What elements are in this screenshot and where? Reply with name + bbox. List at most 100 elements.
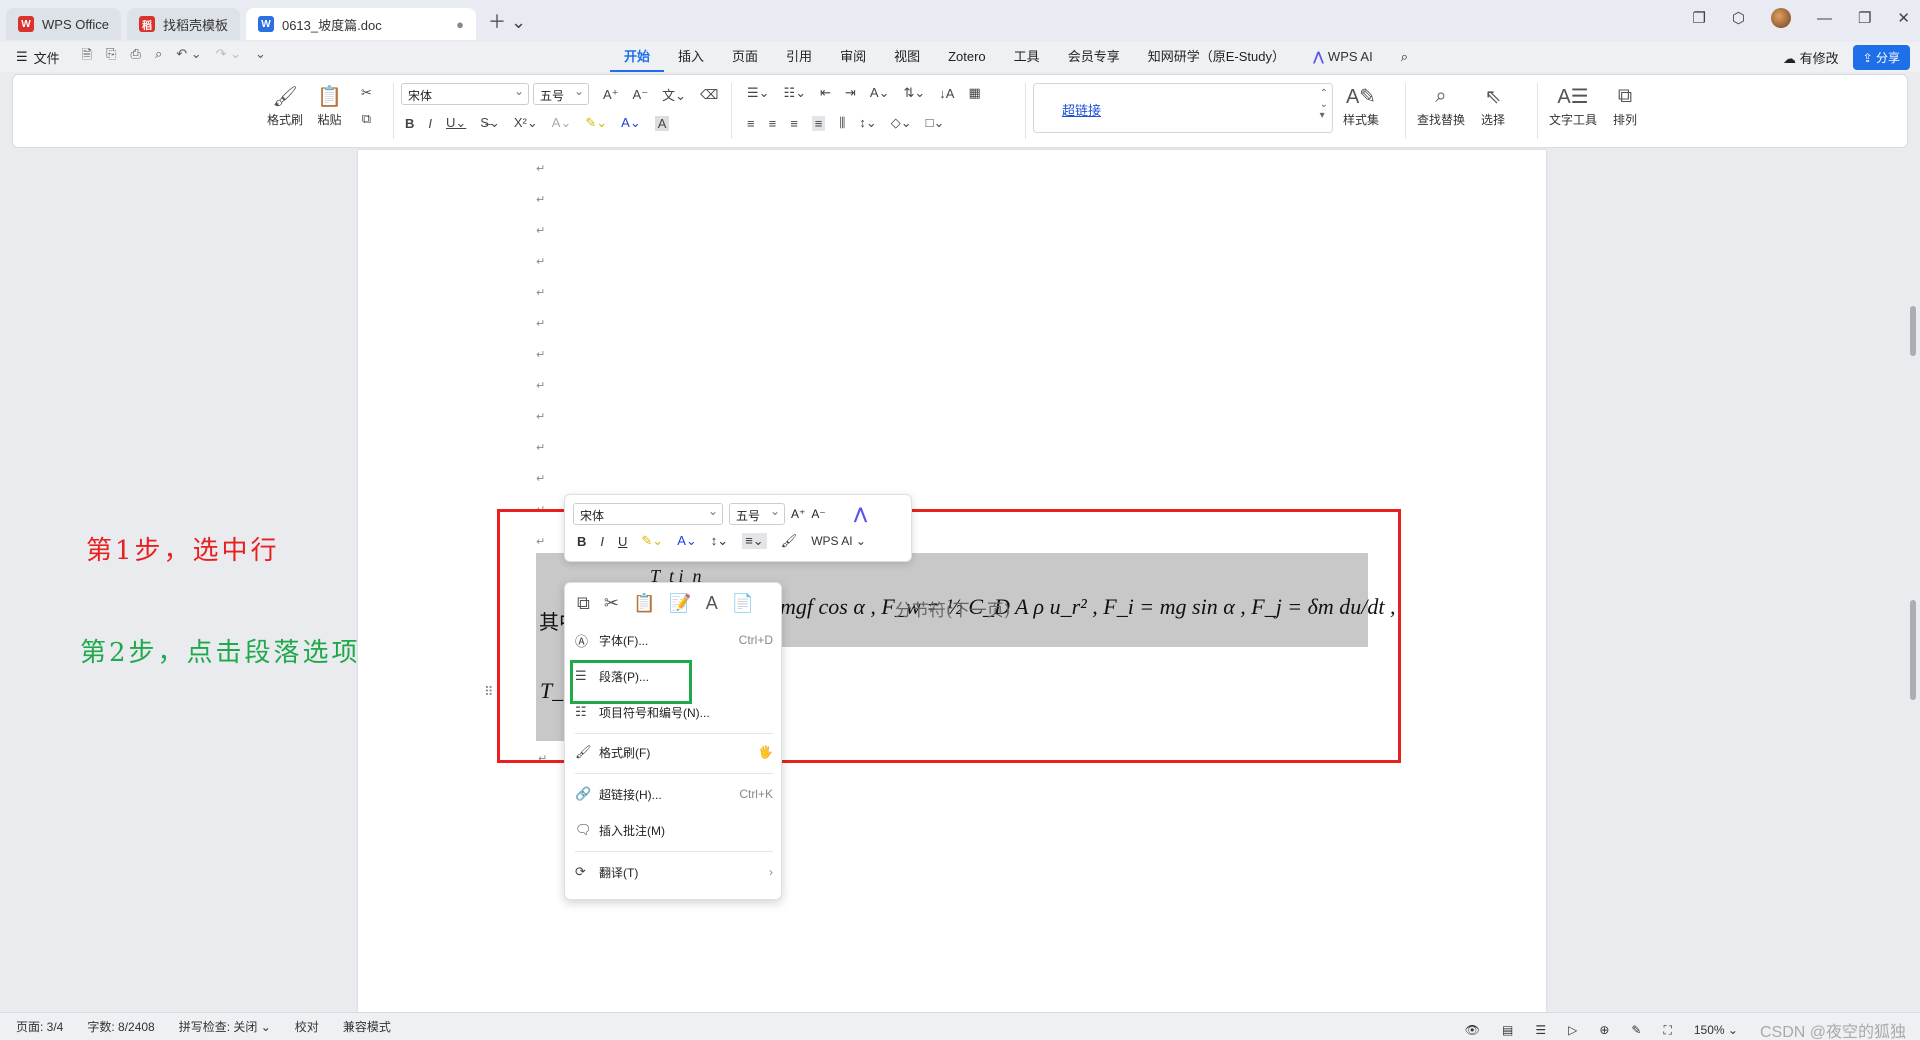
copy-icon[interactable]: ⧉ bbox=[577, 593, 590, 614]
gallery-scroll-icon[interactable]: ⌃ ⌄ ▾ bbox=[1320, 88, 1328, 121]
tab-wps-office[interactable]: W WPS Office bbox=[6, 8, 121, 40]
zoom-level[interactable]: 150% ⌄ bbox=[1694, 1023, 1738, 1037]
play-icon[interactable]: ▷ bbox=[1568, 1023, 1577, 1037]
mini-align-icon[interactable]: ≡⌄ bbox=[742, 533, 767, 549]
line-spacing-icon[interactable]: ↕⌄ bbox=[859, 115, 876, 131]
mini-shrink-font-icon[interactable]: A⁻ bbox=[811, 507, 825, 521]
share-button[interactable]: ⇪ 分享 bbox=[1852, 45, 1910, 70]
print-icon[interactable]: ⎙ bbox=[131, 46, 141, 68]
more-icon[interactable]: ⌄ bbox=[255, 46, 266, 68]
menu-item-format-painter[interactable]: 🖌 格式刷(F) 🖐 bbox=[575, 737, 773, 767]
menu-insert[interactable]: 插入 bbox=[664, 42, 718, 72]
format-painter-lock-icon[interactable]: 🖐 bbox=[758, 745, 773, 759]
increase-indent-icon[interactable]: ⇥ bbox=[845, 85, 856, 101]
mini-bold-icon[interactable]: B bbox=[577, 534, 586, 549]
menu-page[interactable]: 页面 bbox=[718, 42, 772, 72]
mini-underline-icon[interactable]: U bbox=[618, 534, 627, 549]
menu-item-translate[interactable]: ⟳ 翻译(T) › bbox=[575, 857, 773, 887]
page-indicator[interactable]: 页面: 3/4 bbox=[16, 1018, 63, 1035]
print-preview-icon[interactable]: ⌕ bbox=[155, 46, 162, 68]
paste-icon[interactable]: 📋 bbox=[633, 593, 655, 614]
shading-icon[interactable]: ◇⌄ bbox=[891, 115, 912, 131]
grow-font-icon[interactable]: A⁺ bbox=[603, 87, 619, 103]
phonetic-icon[interactable]: 文⌄ bbox=[662, 85, 686, 104]
mini-font-color-icon[interactable]: A⌄ bbox=[677, 533, 697, 549]
format-painter-button[interactable]: 🖌 格式刷 bbox=[267, 81, 303, 128]
find-replace-button[interactable]: ⌕ 查找替换 bbox=[1417, 81, 1465, 128]
scrollbar-thumb-secondary[interactable] bbox=[1910, 600, 1916, 700]
arrange-button[interactable]: ⧉ 排列 bbox=[1613, 81, 1637, 128]
avatar[interactable] bbox=[1770, 8, 1791, 28]
web-view-icon[interactable]: ⊕ bbox=[1599, 1023, 1609, 1037]
mini-line-spacing-icon[interactable]: ↕⌄ bbox=[711, 533, 728, 549]
maximize-icon[interactable]: ❐ bbox=[1858, 9, 1871, 27]
highlight-icon[interactable]: ✎⌄ bbox=[585, 115, 607, 131]
char-shading-icon[interactable]: A bbox=[654, 115, 670, 131]
export-pdf-icon[interactable]: ⎘ bbox=[106, 46, 116, 68]
shrink-font-icon[interactable]: A⁻ bbox=[633, 87, 649, 103]
paste-special-icon[interactable]: 📄 bbox=[732, 593, 754, 614]
cut-icon[interactable]: ✂ bbox=[361, 85, 372, 101]
menu-item-comment[interactable]: 🗨 插入批注(M) bbox=[575, 815, 773, 845]
mini-size-select[interactable]: 五号 bbox=[729, 503, 785, 525]
distribute-icon[interactable]: ⫼ bbox=[839, 115, 845, 131]
superscript-icon[interactable]: X²⌄ bbox=[514, 115, 538, 131]
new-tab-icon[interactable]: ＋ ⌄ bbox=[488, 8, 526, 34]
word-count[interactable]: 字数: 8/2408 bbox=[87, 1018, 154, 1035]
mini-grow-font-icon[interactable]: A⁺ bbox=[791, 507, 805, 521]
italic-icon[interactable]: I bbox=[428, 116, 432, 131]
redo-icon[interactable]: ↷ ⌄ bbox=[216, 46, 241, 68]
menu-cnki[interactable]: 知网研学（原E-Study） bbox=[1134, 42, 1299, 72]
tab-templates[interactable]: 稻 找稻壳模板 bbox=[126, 8, 240, 40]
menu-home[interactable]: 开始 bbox=[610, 42, 665, 72]
sort-icon[interactable]: ⇅⌄ bbox=[903, 85, 925, 101]
menu-item-font[interactable]: Ⓐ 字体(F)... Ctrl+D bbox=[575, 625, 773, 655]
border-icon[interactable]: □⌄ bbox=[926, 115, 945, 131]
align-left-icon[interactable]: ≡ bbox=[747, 116, 755, 131]
fit-page-icon[interactable]: ⛶ bbox=[1663, 1023, 1671, 1038]
style-set-button[interactable]: A✎ 样式集 bbox=[1343, 81, 1379, 128]
has-changes-button[interactable]: ☁ 有修改 bbox=[1783, 48, 1839, 67]
vertical-scrollbar[interactable] bbox=[1906, 150, 1920, 1012]
close-icon[interactable]: ✕ bbox=[1897, 9, 1910, 27]
bullets-icon[interactable]: ☰⌄ bbox=[747, 85, 770, 101]
paste-button[interactable]: 📋 粘贴 bbox=[317, 81, 342, 128]
mini-wps-ai-button[interactable]: WPS AI ⌄ bbox=[811, 534, 866, 548]
cut-icon[interactable]: ✂ bbox=[604, 593, 619, 614]
sort-az-icon[interactable]: ↓A bbox=[939, 86, 954, 101]
menu-member[interactable]: 会员专享 bbox=[1054, 42, 1134, 72]
save-icon[interactable]: 🗎 bbox=[82, 46, 92, 68]
copy-icon[interactable]: ⧉ bbox=[362, 111, 371, 127]
align-center-icon[interactable]: ≡ bbox=[769, 116, 777, 131]
scrollbar-thumb[interactable] bbox=[1910, 306, 1916, 356]
table-grid-icon[interactable]: ▦ bbox=[968, 85, 980, 101]
menu-review[interactable]: 审阅 bbox=[826, 42, 880, 72]
restore-layout-icon[interactable]: ❐ bbox=[1692, 9, 1705, 27]
mini-wps-ai-logo-icon[interactable]: ⋀ bbox=[854, 504, 867, 524]
style-hyperlink[interactable]: 超链接 bbox=[1062, 100, 1101, 119]
style-gallery[interactable]: 超链接 ⌃ ⌄ ▾ bbox=[1033, 83, 1333, 133]
font-name-select[interactable]: 宋体 bbox=[401, 83, 529, 105]
numbering-icon[interactable]: ☷⌄ bbox=[784, 85, 807, 101]
mini-italic-icon[interactable]: I bbox=[600, 534, 604, 549]
menu-item-hyperlink[interactable]: 🔗 超链接(H)... Ctrl+K bbox=[575, 779, 773, 809]
tab-document[interactable]: W 0613_坡度篇.doc ● bbox=[245, 8, 476, 40]
undo-icon[interactable]: ↶ ⌄ bbox=[176, 46, 201, 68]
drag-handle-icon[interactable]: ⠿ bbox=[484, 684, 494, 700]
align-right-icon[interactable]: ≡ bbox=[790, 116, 798, 131]
mini-format-painter-icon[interactable]: 🖌 bbox=[781, 533, 798, 549]
search-icon[interactable]: ⌕ bbox=[1387, 42, 1422, 72]
decrease-indent-icon[interactable]: ⇤ bbox=[820, 85, 831, 101]
menu-wps-ai[interactable]: ⋀ WPS AI bbox=[1299, 42, 1387, 72]
font-size-select[interactable]: 五号 bbox=[533, 83, 589, 105]
outline-view-icon[interactable]: ☰ bbox=[1535, 1023, 1546, 1037]
justify-icon[interactable]: ≡ bbox=[811, 115, 826, 131]
text-effect-icon[interactable]: A⌄ bbox=[552, 115, 572, 131]
clear-format-icon[interactable]: ⌫ bbox=[700, 87, 718, 103]
menu-references[interactable]: 引用 bbox=[772, 42, 826, 72]
file-menu[interactable]: ☰ 文件 bbox=[16, 48, 60, 67]
eye-icon[interactable]: 👁 bbox=[1465, 1023, 1480, 1037]
page-view-icon[interactable]: ▤ bbox=[1502, 1023, 1513, 1037]
menu-tools[interactable]: 工具 bbox=[1000, 42, 1054, 72]
spell-check-status[interactable]: 拼写检查: 关闭 ⌄ bbox=[179, 1018, 271, 1035]
